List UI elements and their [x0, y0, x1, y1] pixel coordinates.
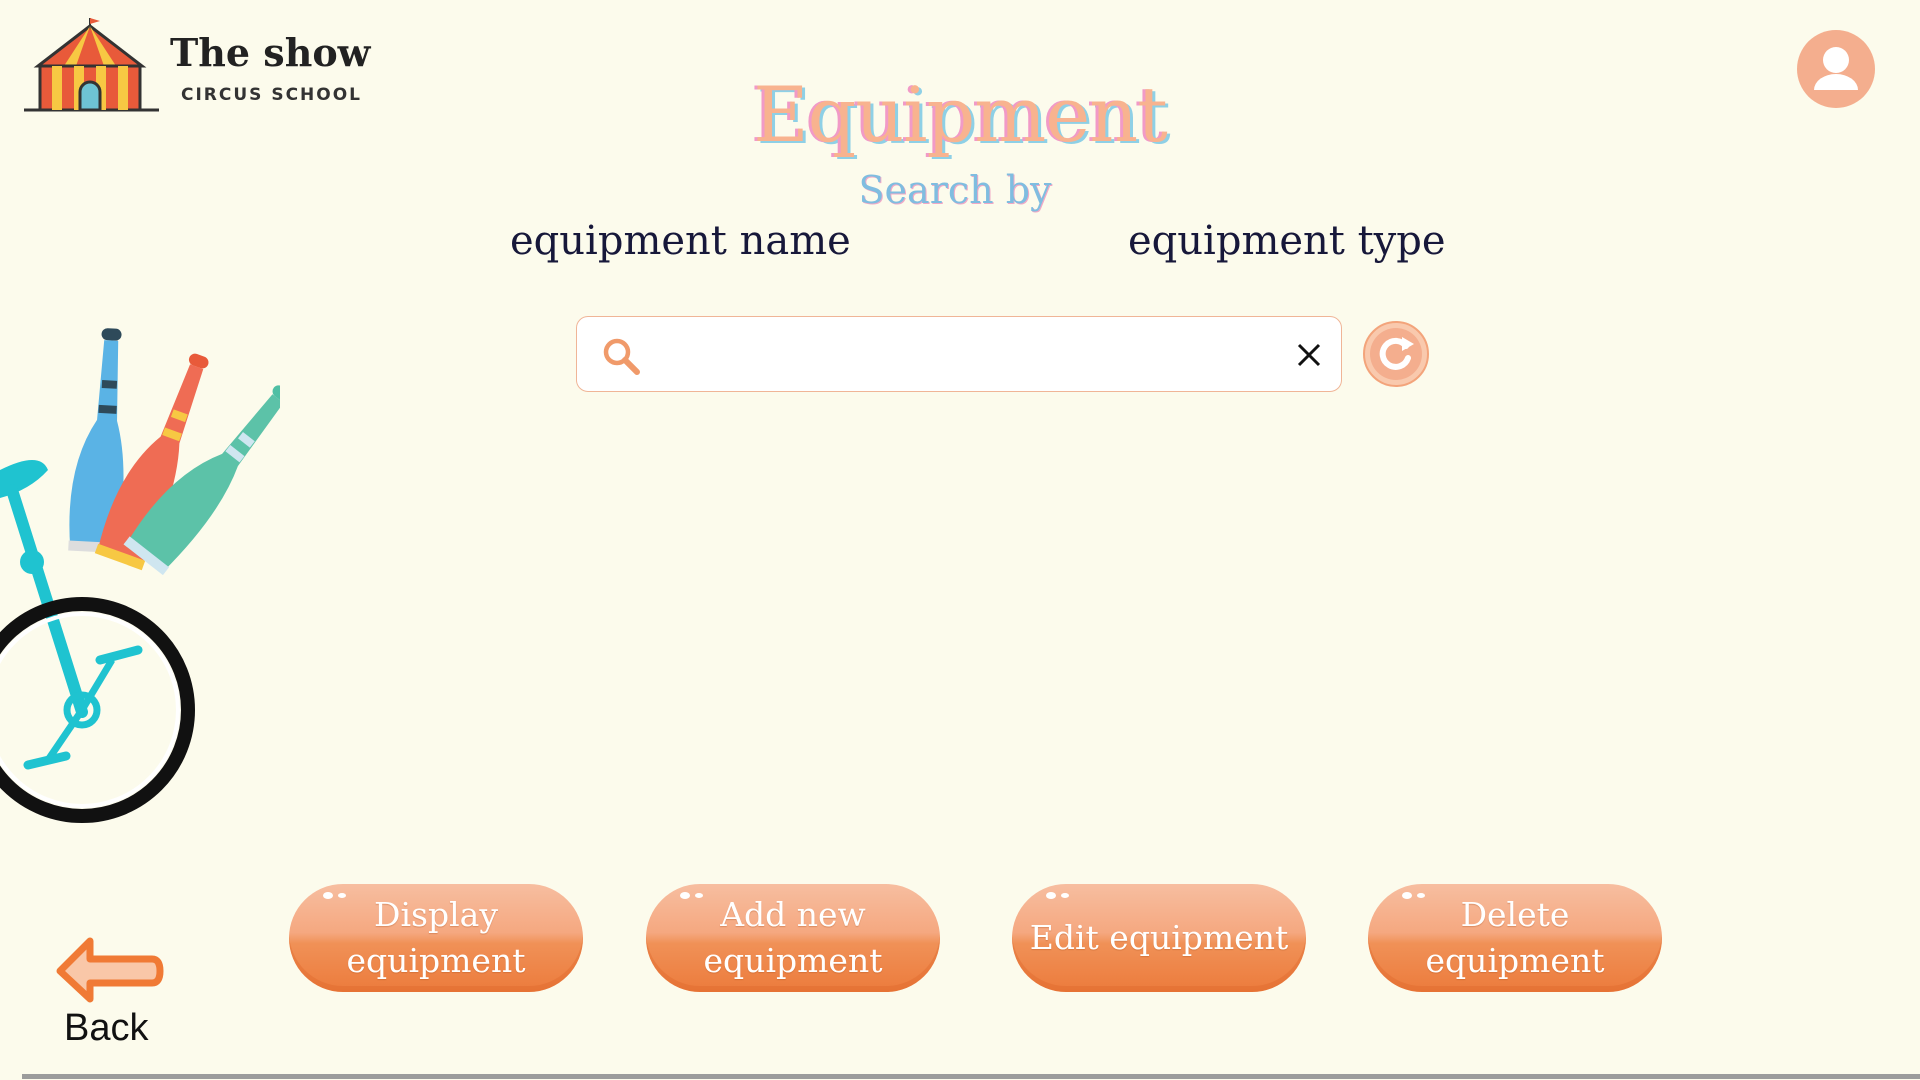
search-input[interactable] [649, 327, 1253, 383]
arrow-left-icon [56, 937, 164, 1003]
logo-title: The show [170, 30, 371, 75]
circus-tent-icon [24, 18, 159, 112]
display-equipment-button[interactable]: Display equipment [289, 884, 583, 992]
refresh-icon [1363, 321, 1429, 387]
circus-decoration-illustration [0, 328, 280, 823]
back-button[interactable]: Back [54, 935, 164, 1055]
page-title: Equipment [753, 70, 1168, 159]
user-avatar-button[interactable] [1797, 30, 1875, 108]
add-equipment-button[interactable]: Add new equipment [646, 884, 940, 992]
close-icon[interactable] [1294, 340, 1324, 370]
search-option-equipment-type[interactable]: equipment type [1128, 218, 1446, 264]
search-option-equipment-name[interactable]: equipment name [510, 218, 851, 264]
search-by-label: Search by [858, 168, 1052, 212]
search-icon [603, 338, 640, 375]
refresh-button[interactable] [1362, 320, 1430, 388]
bottom-divider [22, 1074, 1920, 1079]
user-avatar-icon [1814, 47, 1858, 90]
logo: The show CIRCUS SCHOOL [24, 18, 371, 118]
search-box [576, 316, 1342, 392]
back-label: Back [64, 1007, 149, 1049]
delete-equipment-button[interactable]: Delete equipment [1368, 884, 1662, 992]
logo-subtitle: CIRCUS SCHOOL [181, 85, 363, 105]
edit-equipment-button[interactable]: Edit equipment [1012, 884, 1306, 992]
